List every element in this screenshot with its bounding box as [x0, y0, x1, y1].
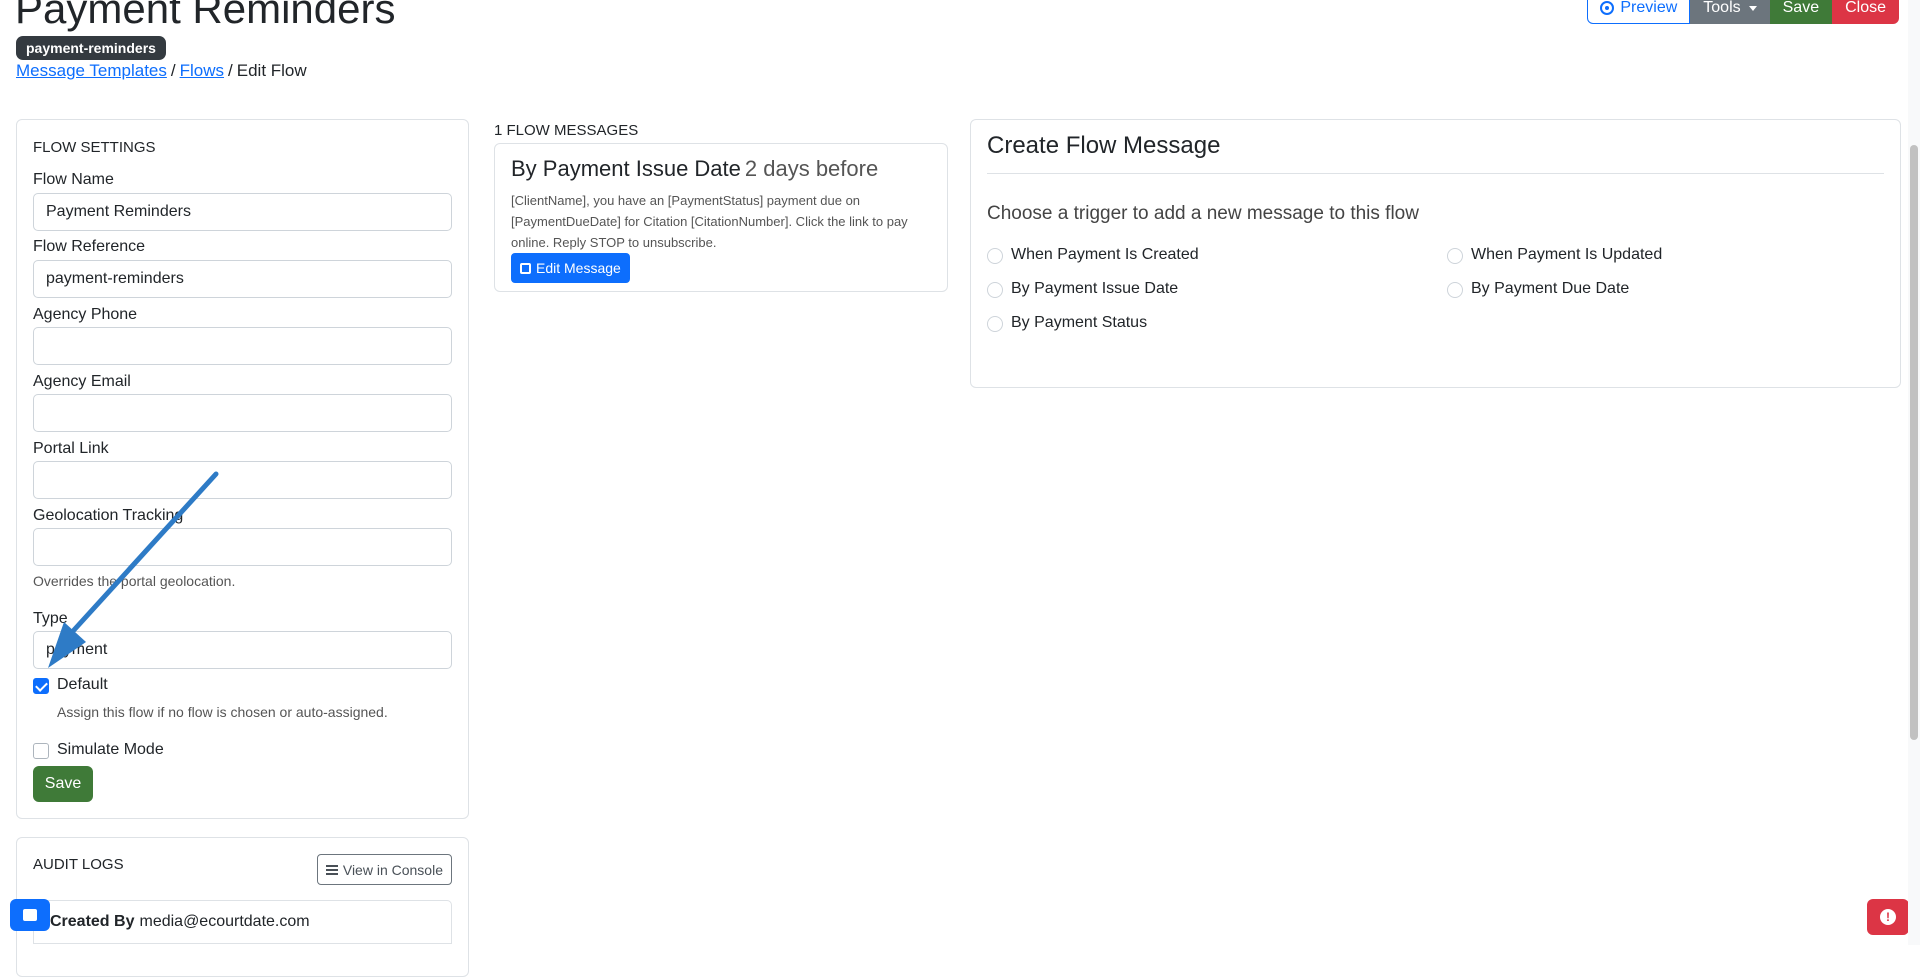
breadcrumb-separator: / — [170, 61, 176, 80]
exclamation-icon: ! — [1880, 909, 1896, 925]
audit-logs-card: AUDIT LOGS View in Console Created By me… — [16, 837, 469, 977]
flow-settings-card: FLOW SETTINGS Flow Name Payment Reminder… — [16, 119, 469, 819]
flow-reference-badge: payment-reminders — [16, 36, 166, 60]
trigger-radio-payment-created[interactable] — [987, 248, 1003, 264]
edit-icon — [520, 262, 531, 274]
trigger-radio-payment-status[interactable] — [987, 316, 1003, 332]
feedback-button[interactable] — [10, 899, 50, 931]
portal-link-label: Portal Link — [33, 440, 109, 457]
default-checkbox[interactable] — [33, 678, 49, 694]
page-scrollbar[interactable] — [1908, 0, 1920, 945]
breadcrumb-current: Edit Flow — [236, 61, 307, 80]
save-settings-button[interactable]: Save — [33, 766, 93, 802]
caret-down-icon — [1748, 5, 1757, 11]
create-flow-message-title: Create Flow Message — [987, 132, 1221, 159]
default-help-text: Assign this flow if no flow is chosen or… — [57, 704, 388, 720]
save-button[interactable]: Save — [1769, 0, 1833, 24]
flow-name-input[interactable]: Payment Reminders — [33, 193, 452, 231]
flow-message-body: [ClientName], you have an [PaymentStatus… — [511, 193, 908, 250]
trigger-label-due-date[interactable]: By Payment Due Date — [1471, 280, 1629, 298]
audit-log-row: Created By media@ecourtdate.com — [33, 900, 452, 944]
geolocation-help-text: Overrides the portal geolocation. — [33, 573, 236, 589]
geolocation-tracking-label: Geolocation Tracking — [33, 507, 184, 524]
flow-message-title: By Payment Issue Date 2 days before — [511, 156, 878, 182]
simulate-mode-label: Simulate Mode — [57, 741, 164, 758]
trigger-label-payment-status[interactable]: By Payment Status — [1011, 314, 1147, 332]
default-label: Default — [57, 676, 108, 693]
type-label: Type — [33, 610, 68, 627]
trigger-label-issue-date[interactable]: By Payment Issue Date — [1011, 280, 1178, 298]
agency-email-label: Agency Email — [33, 373, 131, 390]
edit-message-button[interactable]: Edit Message — [511, 253, 630, 283]
breadcrumb-separator: / — [228, 61, 233, 80]
view-in-console-button[interactable]: View in Console — [316, 854, 452, 885]
scrollbar-thumb[interactable] — [1910, 145, 1918, 740]
edit-message-label: Edit Message — [536, 260, 621, 276]
preview-button[interactable]: Preview — [1587, 0, 1691, 24]
flow-reference-label: Flow Reference — [33, 238, 146, 255]
top-action-group: Preview Tools Save Close — [1587, 0, 1899, 24]
breadcrumb-flows[interactable]: Flows — [180, 61, 224, 80]
create-flow-message-card: Create Flow Message Choose a trigger to … — [970, 119, 1901, 388]
trigger-label-payment-created[interactable]: When Payment Is Created — [1011, 246, 1199, 264]
divider — [987, 173, 1884, 174]
tools-dropdown-button[interactable]: Tools — [1690, 0, 1770, 24]
trigger-radio-issue-date[interactable] — [987, 282, 1003, 298]
agency-phone-label: Agency Phone — [33, 306, 138, 323]
preview-label: Preview — [1620, 0, 1678, 16]
type-input[interactable]: payment — [33, 631, 452, 669]
tools-label: Tools — [1703, 0, 1741, 16]
page-title: Payment Reminders — [15, 0, 396, 32]
eye-icon — [1600, 1, 1615, 15]
alert-button[interactable]: ! — [1867, 899, 1909, 935]
audit-logs-heading: AUDIT LOGS — [33, 856, 124, 873]
agency-email-input[interactable] — [33, 394, 452, 432]
breadcrumb-message-templates[interactable]: Message Templates — [16, 61, 167, 80]
trigger-radio-payment-updated[interactable] — [1447, 248, 1463, 264]
view-in-console-label: View in Console — [342, 861, 443, 878]
chat-bubble-icon — [23, 909, 37, 921]
trigger-label-payment-updated[interactable]: When Payment Is Updated — [1471, 246, 1662, 264]
created-by-value: media@ecourtdate.com — [139, 913, 310, 930]
portal-link-input[interactable] — [33, 461, 452, 499]
created-by-label: Created By — [50, 913, 135, 930]
flow-reference-input[interactable]: payment-reminders — [33, 260, 452, 298]
trigger-radio-due-date[interactable] — [1447, 282, 1463, 298]
agency-phone-input[interactable] — [33, 327, 452, 365]
flow-name-label: Flow Name — [33, 171, 114, 188]
geolocation-tracking-input[interactable] — [33, 528, 452, 566]
simulate-mode-checkbox[interactable] — [33, 743, 49, 759]
create-flow-message-subtitle: Choose a trigger to add a new message to… — [987, 203, 1419, 224]
flow-messages-count: 1 FLOW MESSAGES — [494, 122, 639, 139]
list-icon — [325, 864, 338, 875]
flow-message-trigger: By Payment Issue Date — [511, 156, 741, 181]
flow-message-timing: 2 days before — [744, 156, 879, 181]
close-button[interactable]: Close — [1832, 0, 1899, 24]
flow-message-card: By Payment Issue Date 2 days before [Clie… — [494, 143, 948, 292]
flow-settings-heading: FLOW SETTINGS — [33, 139, 156, 156]
breadcrumb: Message Templates / Flows / Edit Flow — [16, 61, 307, 81]
